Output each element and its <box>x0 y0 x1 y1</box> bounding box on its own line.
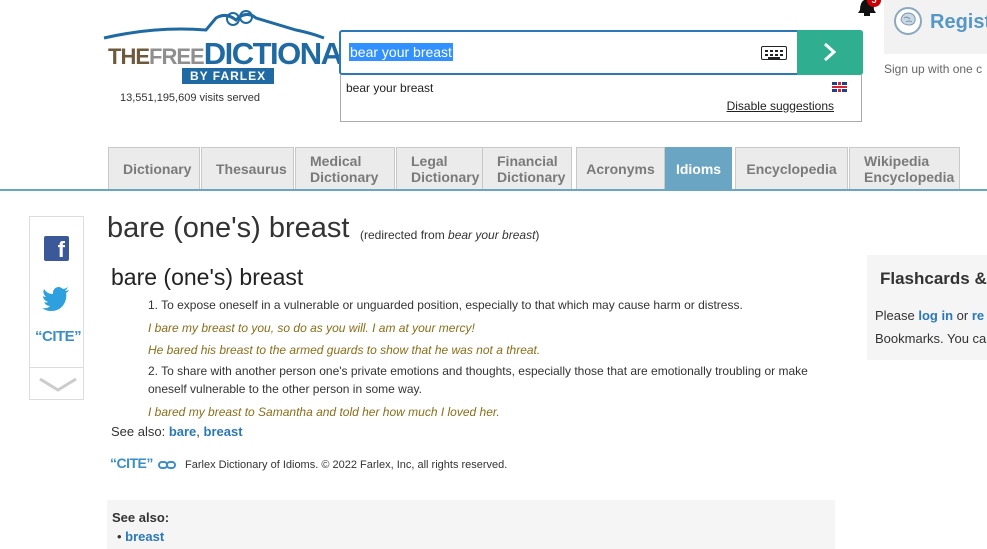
cite-badge[interactable]: “CITE” <box>110 455 153 471</box>
example-1a: I bare my breast to you, so do as you wi… <box>148 321 475 335</box>
example-1b: He bared his breast to the armed guards … <box>148 343 541 357</box>
search-box[interactable]: bear your breast <box>339 30 863 75</box>
see-also-box-link-breast[interactable]: breast <box>125 529 164 544</box>
tab-label: Encyclopedia <box>746 161 837 177</box>
tab-medical-dictionary[interactable]: Medical Dictionary <box>295 147 395 190</box>
site-logo[interactable]: THEFREEDICTIONARY BY FARLEX <box>96 8 382 88</box>
tab-thesaurus[interactable]: Thesaurus <box>201 147 294 190</box>
link-icon[interactable] <box>157 460 176 470</box>
see-also-separator: , <box>196 424 204 439</box>
redirect-suffix: ) <box>535 228 540 242</box>
tab-label: Financial Dictionary <box>497 153 566 185</box>
citation-line: “CITE” Farlex Dictionary of Idioms. © 20… <box>110 455 507 471</box>
flashcards-please: Please <box>875 308 919 323</box>
see-also-link-bare[interactable]: bare <box>169 424 196 439</box>
signup-text: Sign up with one c <box>884 62 983 76</box>
tabs-underline <box>0 189 987 191</box>
tab-label: Idioms <box>675 161 722 177</box>
uk-flag-icon <box>832 82 847 92</box>
search-input[interactable]: bear your breast <box>349 43 453 61</box>
keyboard-icon[interactable] <box>761 46 787 60</box>
see-also-title: See also: <box>112 510 170 525</box>
cite-button[interactable]: “CITE” <box>35 328 82 345</box>
visits-counter: 13,551,195,609 visits served <box>120 92 261 104</box>
tab-wikipedia-encyclopedia[interactable]: Wikipedia Encyclopedia <box>849 147 960 190</box>
definition-2: 2. To share with another person one's pr… <box>148 364 808 396</box>
register-link[interactable]: re <box>972 308 984 323</box>
redirect-term: bear your breast <box>448 228 536 242</box>
register-label: Regist <box>930 11 987 33</box>
tab-label: Dictionary <box>123 161 192 177</box>
facebook-icon[interactable]: f <box>44 236 69 262</box>
tab-acronyms[interactable]: Acronyms <box>576 147 665 190</box>
flashcards-or: or <box>953 308 972 323</box>
logo-by-farlex: BY FARLEX <box>182 68 275 84</box>
login-link[interactable]: log in <box>918 308 953 323</box>
suggestions-dropdown: bear your breast Disable suggestions <box>340 75 862 122</box>
flashcards-title: Flashcards & <box>880 269 987 288</box>
suggestion-item[interactable]: bear your breast <box>346 81 433 95</box>
redirect-note: (redirected from bear your breast) <box>360 228 539 242</box>
social-share-bar: f “CITE” <box>29 216 84 400</box>
tab-financial-dictionary[interactable]: Financial Dictionary <box>482 147 572 190</box>
tab-dictionary[interactable]: Dictionary <box>108 147 200 190</box>
brain-head-icon <box>894 7 922 35</box>
see-also-label: See also: <box>111 424 166 439</box>
list-item: • breast <box>117 529 165 544</box>
logo-the: THE <box>108 44 150 69</box>
definition-1: 1. To expose oneself in a vulnerable or … <box>148 298 743 312</box>
tab-idioms[interactable]: Idioms <box>665 147 732 190</box>
flashcards-panel: Flashcards & Please log in or re Bookmar… <box>867 255 987 360</box>
twitter-icon[interactable] <box>42 287 70 311</box>
tab-label: Acronyms <box>586 161 655 177</box>
chevron-down-icon[interactable] <box>38 377 78 393</box>
search-button[interactable] <box>797 30 863 75</box>
tab-encyclopedia[interactable]: Encyclopedia <box>735 147 848 190</box>
see-also-inline: See also: bare, breast <box>111 424 243 439</box>
entry-title: bare (one's) breast <box>111 264 304 290</box>
social-divider <box>30 367 83 368</box>
flashcards-text: Please log in or re Bookmarks. You ca <box>875 304 986 350</box>
logo-free: FREE <box>149 44 205 69</box>
example-2a: I bared my breast to Samantha and told h… <box>148 405 500 419</box>
redirect-prefix: (redirected from <box>360 228 449 242</box>
tab-label: Medical Dictionary <box>310 153 379 185</box>
citation-text: Farlex Dictionary of Idioms. © 2022 Farl… <box>185 459 508 471</box>
tab-label: Thesaurus <box>216 161 287 177</box>
disable-suggestions-link[interactable]: Disable suggestions <box>727 99 834 113</box>
tab-legal-dictionary[interactable]: Legal Dictionary <box>396 147 483 190</box>
tab-label: Legal Dictionary <box>411 153 480 185</box>
chevron-right-icon <box>824 42 837 62</box>
register-button[interactable]: Regist <box>884 0 987 54</box>
see-also-link-breast[interactable]: breast <box>204 424 243 439</box>
tab-label: Wikipedia Encyclopedia <box>864 153 955 185</box>
page-title: bare (one's) breast <box>107 212 350 244</box>
see-also-box: See also: • breast <box>107 500 835 549</box>
flashcards-bookmarks: Bookmarks. You ca <box>875 331 987 346</box>
